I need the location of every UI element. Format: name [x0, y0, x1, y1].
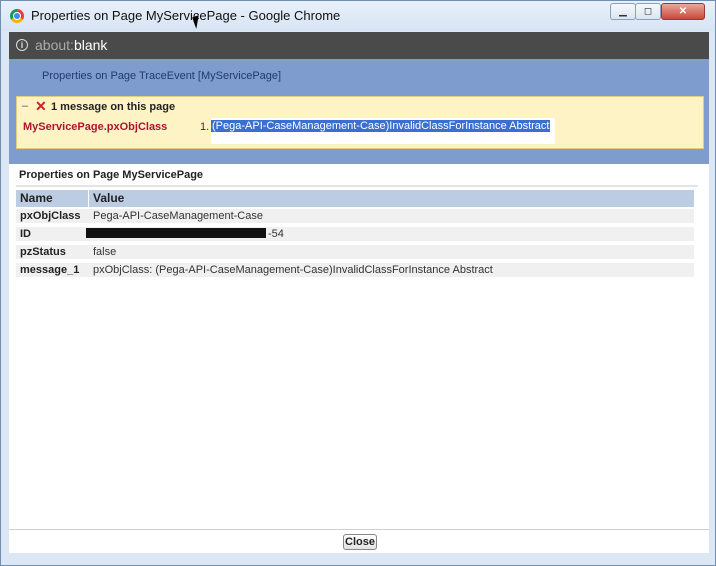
- table-row: pzStatus false: [16, 245, 694, 259]
- message-count-heading: 1 message on this page: [51, 101, 176, 113]
- column-header-value: Value: [93, 191, 125, 205]
- column-header-name: Name: [20, 191, 53, 205]
- window-close-button[interactable]: ✕: [661, 3, 705, 20]
- footer-bar: Close: [9, 529, 709, 553]
- table-row: ID -54: [16, 227, 694, 241]
- message-index: 1.: [200, 121, 210, 133]
- message-text[interactable]: (Pega-API-CaseManagement-Case)InvalidCla…: [211, 120, 551, 132]
- table-row: message_1 pxObjClass: (Pega-API-CaseMana…: [16, 263, 694, 277]
- window-title: Properties on Page MyServicePage - Googl…: [31, 8, 341, 23]
- message-panel: – ✕ 1 message on this page MyServicePage…: [16, 96, 704, 149]
- property-name: ID: [20, 228, 31, 240]
- url-scheme: about:: [35, 37, 74, 53]
- url-host: blank: [73, 37, 108, 53]
- property-value: -54: [268, 228, 284, 240]
- maximize-button[interactable]: ◻: [635, 3, 661, 20]
- info-icon[interactable]: i: [16, 39, 28, 51]
- close-button[interactable]: Close: [343, 534, 377, 550]
- property-value: pxObjClass: (Pega-API-CaseManagement-Cas…: [93, 264, 493, 276]
- minimize-button[interactable]: ▁: [610, 3, 636, 20]
- table-header: Name Value: [16, 190, 694, 207]
- chrome-logo-icon: [10, 9, 24, 23]
- property-value: false: [93, 246, 117, 258]
- message-text-box: (Pega-API-CaseManagement-Case)InvalidCla…: [211, 118, 555, 144]
- collapse-toggle[interactable]: –: [22, 100, 28, 112]
- header-band: Properties on Page TraceEvent [MyService…: [9, 59, 709, 164]
- address-bar[interactable]: i about:blank: [9, 32, 709, 59]
- property-value: Pega-API-CaseManagement-Case: [93, 210, 263, 222]
- page-title: Properties on Page TraceEvent [MyService…: [42, 70, 282, 82]
- property-name: pxObjClass: [20, 210, 81, 222]
- page-content: Properties on Page TraceEvent [MyService…: [9, 59, 709, 553]
- properties-table: Name Value pxObjClass Pega-API-CaseManag…: [16, 190, 694, 281]
- table-row: pxObjClass Pega-API-CaseManagement-Case: [16, 209, 694, 223]
- browser-popup-window: Properties on Page MyServicePage - Googl…: [0, 0, 716, 566]
- property-name: message_1: [20, 264, 80, 276]
- error-x-icon: ✕: [35, 98, 47, 114]
- message-property-link[interactable]: MyServicePage.pxObjClass: [23, 121, 167, 133]
- title-bar[interactable]: Properties on Page MyServicePage - Googl…: [1, 1, 715, 31]
- property-name: pzStatus: [20, 246, 66, 258]
- section-divider: [16, 185, 698, 187]
- column-separator: [88, 190, 89, 207]
- redaction-bar: [86, 228, 266, 238]
- url-text[interactable]: about:blank: [35, 37, 107, 53]
- section-title: Properties on Page MyServicePage: [19, 169, 204, 181]
